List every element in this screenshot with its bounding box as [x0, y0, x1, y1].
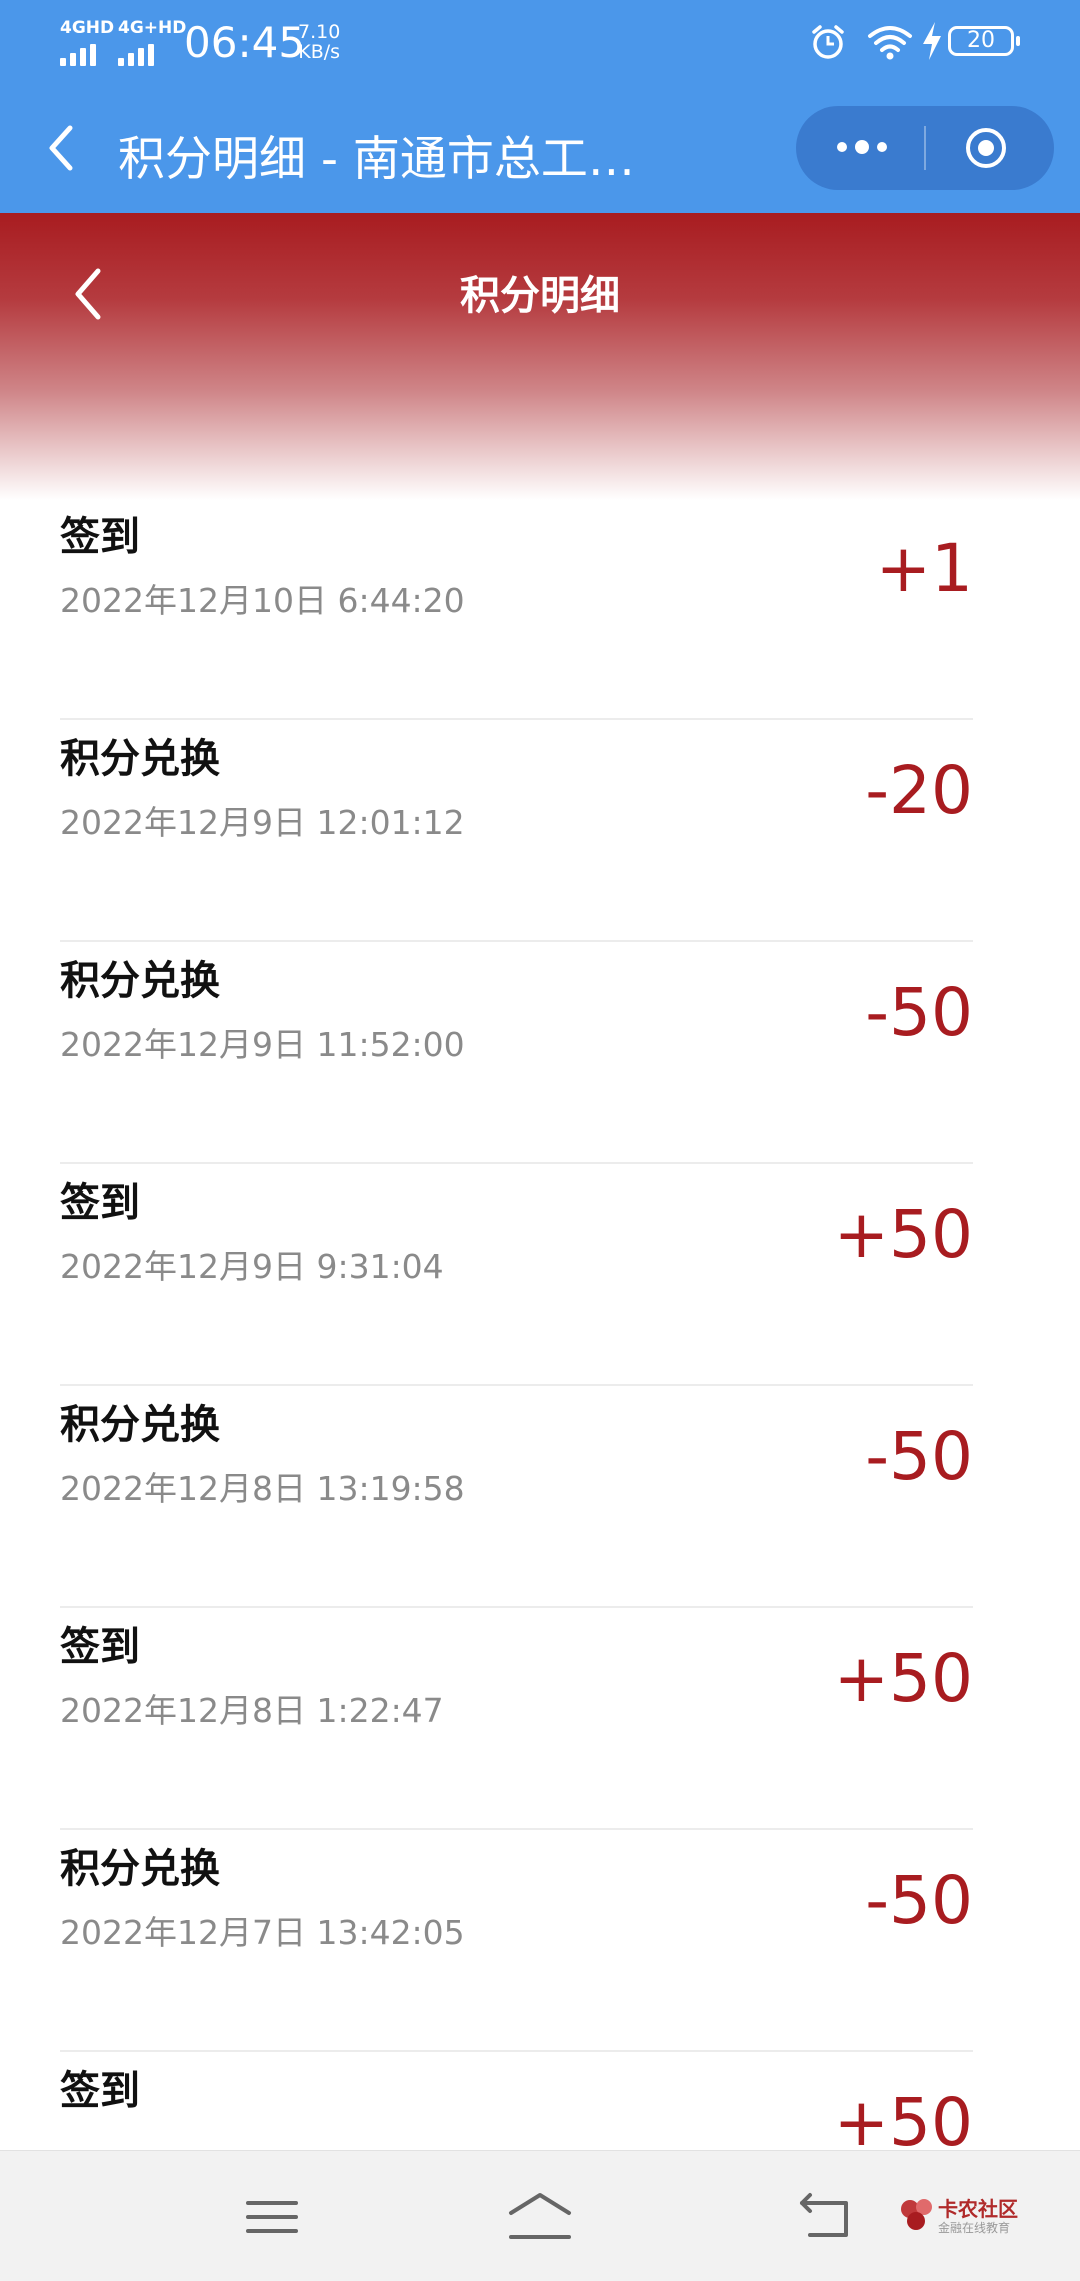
- battery-indicator: 20: [948, 26, 1020, 56]
- watermark-subtitle: 金融在线教育: [938, 2221, 1011, 2235]
- capsule-menu: [796, 106, 1054, 190]
- record-title: 积分兑换: [60, 958, 220, 1004]
- page-title: 积分明细: [460, 273, 620, 319]
- list-item[interactable]: 积分兑换 2022年12月9日 12:01:12 -20: [60, 720, 973, 942]
- list-item[interactable]: 签到 2022年12月8日 1:22:47 +50: [60, 1608, 973, 1830]
- signal-bars-icon: [118, 44, 186, 66]
- list-item[interactable]: 积分兑换 2022年12月8日 13:19:58 -50: [60, 1386, 973, 1608]
- list-item[interactable]: 签到 2022年12月10日 6:44:20 +1: [60, 498, 973, 720]
- record-amount: -50: [865, 1418, 973, 1495]
- record-time: 2022年12月8日 13:19:58: [60, 1469, 465, 1508]
- top-bar: 4GHD 4G+HD 06:45 7.10 KB/s 20 积分明细 - 南通市…: [0, 0, 1080, 213]
- record-amount: +50: [833, 1640, 973, 1717]
- signal-label-1: 4GHD: [60, 18, 115, 38]
- list-item[interactable]: 积分兑换 2022年12月9日 11:52:00 -50: [60, 942, 973, 1164]
- signal-label-2: 4G+HD: [118, 18, 187, 38]
- status-time: 06:45: [184, 18, 306, 67]
- record-title: 签到: [60, 1180, 140, 1226]
- back-nav-icon[interactable]: [796, 2189, 856, 2245]
- record-title: 签到: [60, 1624, 140, 1670]
- home-icon[interactable]: [505, 2189, 575, 2245]
- network-speed: 7.10 KB/s: [298, 22, 340, 62]
- record-time: 2022年12月9日 12:01:12: [60, 803, 465, 842]
- status-bar: 4GHD 4G+HD 06:45 7.10 KB/s 20: [0, 0, 1080, 90]
- watermark-logo-icon: [901, 2199, 932, 2230]
- record-title: 积分兑换: [60, 1402, 220, 1448]
- record-amount: -50: [865, 974, 973, 1051]
- wifi-icon: [868, 26, 912, 60]
- charging-icon: [923, 22, 941, 60]
- signal-indicator-2: 4G+HD: [118, 18, 186, 66]
- record-title: 签到: [60, 514, 140, 560]
- watermark-name: 卡农社区: [938, 2197, 1018, 2221]
- record-time: 2022年12月7日 13:42:05: [60, 1913, 465, 1952]
- record-amount: +50: [833, 1196, 973, 1273]
- network-speed-unit: KB/s: [298, 41, 341, 63]
- network-speed-value: 7.10: [298, 21, 341, 43]
- list-item[interactable]: 签到 2022年12月9日 9:31:04 +50: [60, 1164, 973, 1386]
- alarm-icon: [812, 25, 844, 59]
- miniprogram-title: 积分明细 - 南通市总工…: [118, 132, 635, 187]
- list-item[interactable]: 积分兑换 2022年12月7日 13:42:05 -50: [60, 1830, 973, 2052]
- record-amount: -20: [865, 752, 973, 829]
- close-miniprogram-icon[interactable]: [964, 126, 1008, 170]
- record-title: 签到: [60, 2068, 140, 2114]
- capsule-divider: [924, 126, 926, 170]
- signal-bars-icon: [60, 44, 114, 66]
- record-amount: +1: [875, 530, 973, 607]
- more-options-icon[interactable]: [830, 132, 894, 162]
- menu-icon[interactable]: [242, 2189, 302, 2245]
- record-time: 2022年12月9日 9:31:04: [60, 1247, 444, 1286]
- record-time: 2022年12月10日 6:44:20: [60, 581, 465, 620]
- record-title: 积分兑换: [60, 1846, 220, 1892]
- record-amount: -50: [865, 1862, 973, 1939]
- system-navigation-bar: 卡农社区 金融在线教育: [0, 2150, 1080, 2281]
- points-record-list: 签到 2022年12月10日 6:44:20 +1 积分兑换 2022年12月9…: [60, 498, 973, 2274]
- record-title: 积分兑换: [60, 736, 220, 782]
- record-time: 2022年12月9日 11:52:00: [60, 1025, 465, 1064]
- page-header: 积分明细: [0, 213, 1080, 500]
- signal-indicator-1: 4GHD: [60, 18, 114, 66]
- record-time: 2022年12月8日 1:22:47: [60, 1691, 444, 1730]
- back-arrow-icon[interactable]: [42, 120, 78, 176]
